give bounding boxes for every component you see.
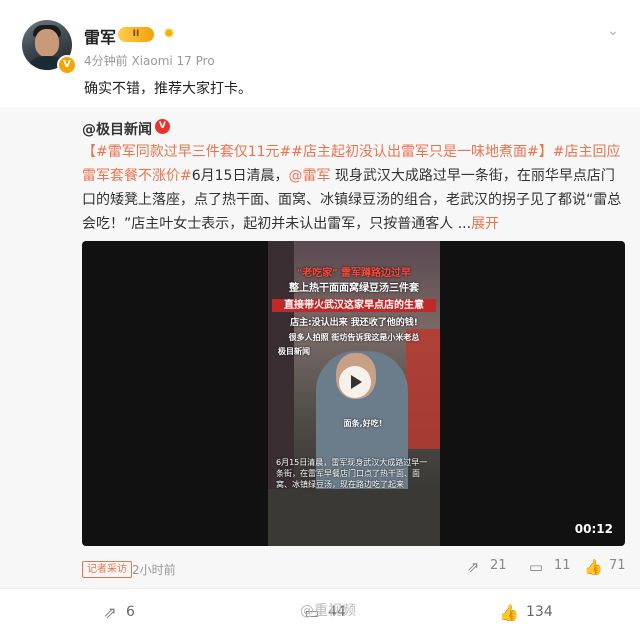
red-verified-icon: V (155, 119, 170, 134)
like-count[interactable]: 134 (526, 604, 553, 620)
original-author[interactable]: @极目新闻 (82, 119, 152, 139)
like-icon[interactable]: 👍 (499, 603, 519, 623)
thumb-table (268, 489, 440, 546)
vip-level-badge[interactable]: II (118, 27, 154, 42)
expand-link[interactable]: 展开 (471, 216, 499, 232)
speech-bubble: 面条,好吃! (343, 419, 383, 428)
thumb-bg-sign (406, 329, 440, 449)
repost-icon[interactable]: ⇗ (464, 558, 482, 576)
video-caption: "老吃家" 雷军蹲路边过早 (297, 268, 411, 279)
video-thumbnail: "老吃家" 雷军蹲路边过早 整上热干面面窝绿豆汤三件套 直接带火武汉这家早点店的… (268, 241, 440, 546)
avatar-face (35, 29, 59, 57)
source-tag: 记者采访 (82, 561, 132, 578)
mention-link[interactable]: @雷军 (288, 168, 330, 184)
divider (0, 588, 640, 589)
comment-icon[interactable]: ▭ (527, 558, 545, 576)
post-meta: 4分钟前 Xiaomi 17 Pro (84, 54, 215, 68)
video-caption: 整上热干面面窝绿豆汤三件套 (289, 283, 419, 294)
original-time: 2小时前 (132, 563, 176, 577)
weibo-card: V 雷军 II ✹ 4分钟前 Xiaomi 17 Pro ⌄ 确实不错，推荐大家… (0, 0, 640, 638)
sun-badge-icon[interactable]: ✹ (161, 26, 177, 42)
original-repost-count[interactable]: 21 (490, 558, 507, 573)
original-text: 【#雷军同款过早三件套仅11元##店主起初没认出雷军只是一味地煮面#】#店主回应… (82, 140, 627, 236)
watermark: @重视频 (300, 603, 356, 619)
original-like-count[interactable]: 71 (609, 558, 626, 573)
verified-icon: V (57, 55, 77, 75)
post-text: 确实不错，推荐大家打卡。 (84, 81, 252, 97)
author-name[interactable]: 雷军 (84, 24, 116, 48)
video-player[interactable]: "老吃家" 雷军蹲路边过早 整上热干面面窝绿豆汤三件套 直接带火武汉这家早点店的… (82, 241, 625, 546)
play-icon[interactable] (339, 366, 371, 398)
video-subtitle: 6月15日清晨，雷军现身武汉大成路过早一条街，在雷军早餐店门口点了热干面、面窝、… (276, 458, 428, 489)
source-logo: 极目新闻 (278, 347, 310, 356)
bracket-close: 】 (538, 144, 553, 160)
repost-icon[interactable]: ⇗ (100, 603, 120, 623)
chevron-down-icon[interactable]: ⌄ (604, 22, 622, 40)
hashtag-link[interactable]: #雷军同款过早三件套仅11元# (96, 144, 291, 160)
video-caption: 直接带火武汉这家早点店的生意 (272, 299, 436, 312)
video-caption: 很多人拍照 街坊告诉我这是小米老总 (288, 333, 420, 342)
repost-count[interactable]: 6 (126, 604, 135, 620)
video-duration: 00:12 (574, 522, 613, 536)
hashtag-link[interactable]: #店主起初没认出雷军只是一味地煮面# (291, 144, 538, 160)
text-segment: 6月15日清晨， (191, 168, 289, 184)
original-post[interactable]: @极目新闻 V 【#雷军同款过早三件套仅11元##店主起初没认出雷军只是一味地煮… (0, 107, 640, 588)
video-caption: 店主:没认出来 我还收了他的钱! (290, 318, 418, 328)
like-icon[interactable]: 👍 (584, 558, 603, 576)
bracket-open: 【 (82, 144, 96, 160)
original-comment-count[interactable]: 11 (554, 558, 571, 573)
